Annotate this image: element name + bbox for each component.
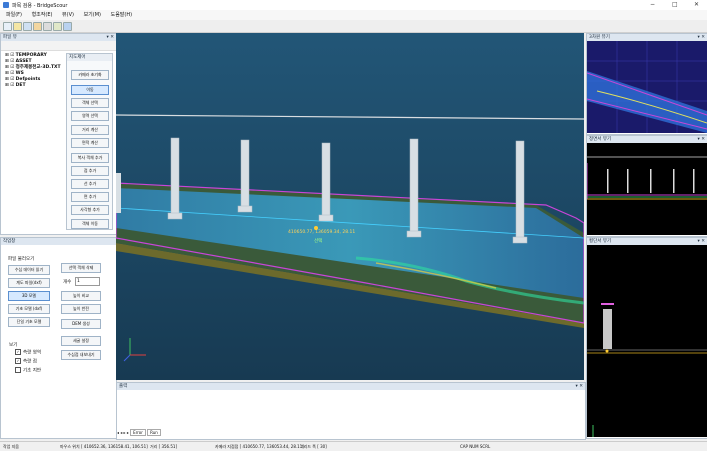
paste-icon[interactable] [53,22,62,31]
tool-panel: 지도제어 카메라 초기화 이동 객체 선택 영역 선택 거리 계산 면적 계산 … [66,53,113,230]
point-label: 선택 [314,239,323,244]
foundation-checkbox[interactable]: 기초 지반 [15,367,41,375]
file-panel-toolbar [1,41,116,51]
select-object-button[interactable]: 객체 선택 [71,98,109,108]
menu-display[interactable]: 보기(M) [84,10,101,20]
survey-point-checkbox[interactable]: ✓ 측량 점 [15,358,37,366]
menu-help[interactable]: 도움말(H) [111,10,132,20]
tab-run[interactable]: Run [147,429,161,436]
tool-panel-header: 지도제어 [67,54,112,61]
file-panel-header: 파일 뷰 ▾ ✕ [1,34,116,41]
app-icon [3,2,9,8]
menu-file[interactable]: 파일(F) [6,10,22,20]
distance-button[interactable]: 거리 계산 [71,125,109,135]
load-foundation-button[interactable]: 기초 모델 (dxf) [8,304,50,314]
count-label: 개수 [63,280,72,285]
front-view-panel: 정면서 뷰기 ▾ ✕ [586,135,707,237]
single-foundation-button[interactable]: 단일 기초 모델 [8,317,50,327]
menu-edit[interactable]: 형조작(E) [32,10,53,20]
minimize-button[interactable]: − [650,1,655,8]
cross-view-header: 횡단서 뷰기 ▾ ✕ [587,238,707,245]
cross-view-panel: 횡단서 뷰기 ▾ ✕ [586,237,707,439]
file-panel-title: 파일 뷰 [3,35,17,40]
count-input[interactable]: 1 [75,277,100,286]
print-icon[interactable] [63,22,72,31]
coordinate-label: 410650.77, 136059.34, 28.11 [288,230,356,235]
3d-view-scene[interactable] [586,41,707,133]
move-object-button[interactable]: 객체 이동 [71,219,109,229]
dem-create-button[interactable]: DEM 생성 [61,319,101,329]
cross-view-scene[interactable] [587,245,707,437]
select-area-button[interactable]: 영역 선택 [71,111,109,121]
load-section-label: 파일 불러오기 [8,257,35,262]
output-panel: 출력 ▾ ✕ ◂ ◂ ▸ ▸ Error Run [116,382,586,440]
output-tabs: ◂ ◂ ▸ ▸ Error Run [117,429,161,436]
panel-controls-icon[interactable]: ▾ ✕ [107,34,114,41]
new-icon[interactable] [3,22,12,31]
add-point-button[interactable]: 점 추가 [71,166,109,176]
work-panel: 작업창 파일 불러오기 수심 데이터 읽기 계도 파일(dxf) 3D 모델 기… [0,237,117,439]
tab-nav-icon[interactable]: ◂ ◂ ▸ ▸ [117,430,129,435]
add-rect-button[interactable]: 사각형 추가 [71,205,109,215]
menu-view[interactable]: 뷰(V) [62,10,74,20]
add-line-button[interactable]: 선 추가 [71,179,109,189]
3d-view-panel: 3차원 뷰기 ▾ ✕ [586,33,707,135]
load-dxf-button[interactable]: 계도 파일(dxf) [8,278,50,288]
cut-icon[interactable] [33,22,42,31]
close-button[interactable]: ✕ [694,1,699,8]
delete-selected-button[interactable]: 선택 객체 삭제 [61,263,101,273]
menu-bar: 파일(F) 형조작(E) 뷰(V) 보기(M) 도움말(H) [0,10,707,20]
window-title: 파목 검용 - BridgeScour [12,3,68,9]
scour-settings-button[interactable]: 세굴 설정 [61,336,101,346]
area-button[interactable]: 면적 계산 [71,138,109,148]
tool-panel-title: 지도제어 [69,55,86,60]
copy-icon[interactable] [43,22,52,31]
work-panel-title: 작업창 [3,239,16,244]
camera-reset-button[interactable]: 카메라 초기화 [71,70,109,80]
open-icon[interactable] [13,22,22,31]
output-panel-header: 출력 ▾ ✕ [117,383,585,390]
move-button[interactable]: 이동 [71,85,109,95]
survey-area-checkbox[interactable]: ✓ 측량 영역 [15,349,41,357]
work-panel-header: 작업창 [1,238,116,245]
front-view-header: 정면서 뷰기 ▾ ✕ [587,136,707,143]
load-3d-model-button[interactable]: 3D 모델 [8,291,50,301]
height-compare-button[interactable]: 높이 비교 [61,291,101,301]
3d-viewport[interactable]: 410650.77, 136059.34, 28.11 선택 [116,33,584,380]
maximize-button[interactable]: □ [672,1,678,8]
3d-view-header: 3차원 뷰기 ▾ ✕ [587,34,707,41]
viewport-scene [116,33,584,380]
export-points-button[interactable]: 수심점 내보내기 [61,350,101,360]
save-icon[interactable] [23,22,32,31]
height-invert-button[interactable]: 높이 반전 [61,304,101,314]
load-depth-button[interactable]: 수심 데이터 읽기 [8,265,50,275]
tab-error[interactable]: Error [130,429,146,436]
add-face-button[interactable]: 면 추가 [71,192,109,202]
view-section-label: 보기 [9,343,18,348]
front-view-scene[interactable] [586,143,707,235]
toolbar [0,20,707,33]
copy-object-button[interactable]: 복사 객체 추가 [71,153,109,163]
output-panel-title: 출력 [119,384,128,389]
